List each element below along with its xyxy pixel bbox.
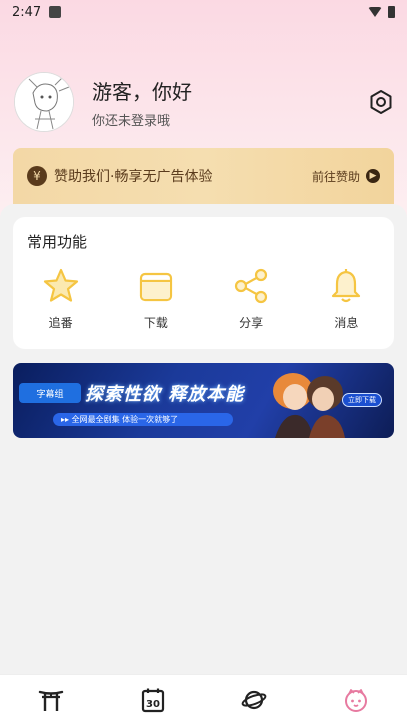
- banner-strip: ▸▸ 全网最全剧集 体验一次就够了: [53, 413, 233, 426]
- bell-icon: [332, 269, 361, 303]
- function-label: 追番: [48, 316, 73, 330]
- banner-headline: 探索性欲 释放本能: [85, 384, 245, 405]
- avatar[interactable]: [14, 72, 74, 132]
- share-icon: [235, 268, 268, 304]
- sponsor-link[interactable]: 前往赞助 ▶: [312, 168, 380, 185]
- function-share[interactable]: 分享: [204, 267, 299, 331]
- function-follow[interactable]: 追番: [13, 267, 108, 331]
- status-bar: 2:47: [0, 0, 407, 24]
- function-messages[interactable]: 消息: [299, 267, 394, 331]
- settings-icon[interactable]: [368, 89, 394, 115]
- profile-section: 游客，你好 你还未登录哦: [14, 72, 394, 132]
- arrow-right-icon: ▶: [366, 169, 380, 183]
- notification-icon: [49, 6, 62, 18]
- torii-gate-icon: [38, 690, 64, 711]
- yen-icon: ¥: [27, 166, 47, 186]
- calendar-number: 30: [146, 699, 160, 710]
- star-icon: [43, 268, 78, 302]
- planet-icon: [242, 690, 267, 710]
- battery-icon: [388, 6, 395, 18]
- function-label: 分享: [239, 316, 264, 330]
- avatar-sketch-icon: [15, 73, 73, 131]
- status-time: 2:47: [12, 4, 42, 20]
- ad-banner[interactable]: 字幕组 探索性欲 释放本能 ▸▸ 全网最全剧集 体验一次就够了 立即下载: [13, 363, 394, 438]
- banner-download-button[interactable]: 立即下载: [342, 393, 382, 407]
- function-label: 消息: [334, 316, 359, 330]
- nav-discover[interactable]: [204, 675, 306, 725]
- sponsor-link-label: 前往赞助: [311, 169, 360, 184]
- folder-icon: [139, 272, 172, 302]
- function-label: 下载: [143, 316, 168, 330]
- sponsor-banner[interactable]: ¥ 赞助我们·畅享无广告体验 前往赞助 ▶: [13, 148, 394, 204]
- login-hint[interactable]: 你还未登录哦: [92, 110, 192, 129]
- function-download[interactable]: 下载: [108, 267, 203, 331]
- nav-calendar[interactable]: 30: [102, 675, 204, 725]
- user-greeting[interactable]: 游客，你好: [92, 76, 192, 105]
- sponsor-text: 赞助我们·畅享无广告体验: [54, 169, 213, 185]
- nav-profile[interactable]: [305, 675, 407, 725]
- common-functions-card: 常用功能 追番 下载 分享 消息: [13, 217, 394, 349]
- calendar-icon: 30: [141, 688, 164, 713]
- nav-home[interactable]: [0, 675, 102, 725]
- section-title: 常用功能: [27, 233, 88, 251]
- wifi-icon: [368, 7, 382, 17]
- banner-logo: 字幕组: [19, 383, 81, 403]
- mascot-face-icon: [345, 689, 368, 712]
- bottom-navigation: 30: [0, 674, 407, 725]
